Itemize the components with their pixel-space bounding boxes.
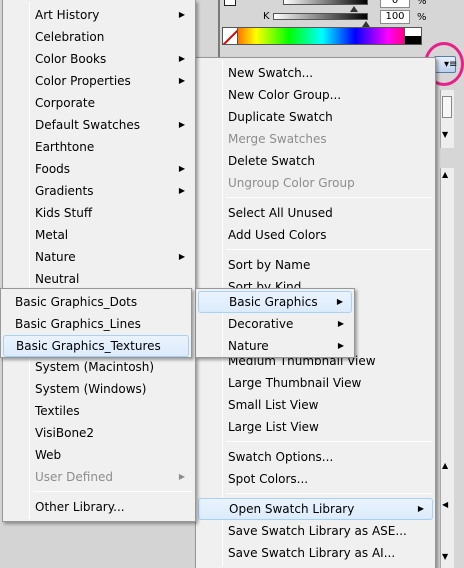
library-item-foods[interactable]: Foods ▶ xyxy=(5,158,193,180)
library-item-color-books[interactable]: Color Books ▶ xyxy=(5,48,193,70)
color-slider-top[interactable] xyxy=(283,0,368,5)
scroll-arrow-icon[interactable]: ◀ xyxy=(442,500,448,509)
k-value-field[interactable]: 100 xyxy=(380,10,410,24)
basic-graphics-menu: Basic Graphics_Dots Basic Graphics_Lines… xyxy=(0,288,192,358)
library-item-web[interactable]: Web xyxy=(5,444,193,466)
basic-graphics-textures-item[interactable]: Basic Graphics_Textures xyxy=(3,335,189,357)
submenu-item-decorative[interactable]: Decorative ▶ xyxy=(198,313,352,335)
menu-separator xyxy=(33,491,192,492)
submenu-arrow-icon: ▶ xyxy=(178,120,185,129)
menu-separator xyxy=(226,249,432,250)
menu-separator xyxy=(226,441,432,442)
menu-separator xyxy=(226,197,432,198)
library-item-default-swatches[interactable]: Default Swatches ▶ xyxy=(5,114,193,136)
swatch-library-menu: Art History ▶ Celebration Color Books ▶ Co… xyxy=(2,0,196,522)
k-channel-label: K xyxy=(263,11,270,22)
library-item-system-windows[interactable]: System (Windows) xyxy=(5,378,193,400)
scrollbar-thumb[interactable] xyxy=(442,96,452,118)
library-item-system-macintosh[interactable]: System (Macintosh) xyxy=(5,356,193,378)
submenu-arrow-icon: ▶ xyxy=(178,252,185,261)
submenu-arrow-icon: ▶ xyxy=(337,319,344,328)
menu-item-delete-swatch[interactable]: Delete Swatch xyxy=(198,150,433,172)
menu-item-small-list-view[interactable]: Small List View xyxy=(198,394,433,416)
basic-graphics-lines-item[interactable]: Basic Graphics_Lines xyxy=(3,313,189,335)
submenu-item-nature[interactable]: Nature ▶ xyxy=(198,335,352,357)
library-item-visibone2[interactable]: VisiBone2 xyxy=(5,422,193,444)
library-item-color-properties[interactable]: Color Properties ▶ xyxy=(5,70,193,92)
scroll-up-icon[interactable]: ▲ xyxy=(442,170,448,179)
color-spectrum-bar[interactable] xyxy=(222,27,422,45)
menu-item-ungroup-color-group: Ungroup Color Group xyxy=(228,176,355,190)
scroll-down-icon[interactable]: ▼ xyxy=(442,552,448,561)
submenu-arrow-icon: ▶ xyxy=(178,164,185,173)
submenu-arrow-icon: ▶ xyxy=(178,472,185,481)
submenu-arrow-icon: ▶ xyxy=(178,10,185,19)
fill-stroke-icon[interactable] xyxy=(224,0,236,6)
basic-graphics-dots-item[interactable]: Basic Graphics_Dots xyxy=(3,291,189,313)
library-category-submenu: Basic Graphics ▶ Decorative ▶ Nature ▶ xyxy=(195,288,355,358)
color-value-top-field[interactable]: 0 xyxy=(380,0,410,8)
menu-separator xyxy=(226,493,432,494)
scroll-down-icon[interactable]: ▼ xyxy=(442,130,448,139)
submenu-item-basic-graphics[interactable]: Basic Graphics ▶ xyxy=(198,291,352,313)
library-item-gradients[interactable]: Gradients ▶ xyxy=(5,180,193,202)
library-item-neutral[interactable]: Neutral xyxy=(5,268,193,290)
scroll-up-icon[interactable]: ▲ xyxy=(442,461,448,470)
library-item-art-history[interactable]: Art History ▶ xyxy=(5,4,193,26)
library-item-corporate[interactable]: Corporate xyxy=(5,92,193,114)
submenu-arrow-icon: ▶ xyxy=(336,297,343,306)
menu-item-add-used-colors[interactable]: Add Used Colors xyxy=(198,224,433,246)
slider-knob-top[interactable] xyxy=(350,6,358,12)
menu-item-spot-colors[interactable]: Spot Colors... xyxy=(198,468,433,490)
submenu-arrow-icon: ▶ xyxy=(178,76,185,85)
library-item-nature[interactable]: Nature ▶ xyxy=(5,246,193,268)
menu-item-merge-swatches: Merge Swatches xyxy=(228,132,327,146)
black-white-swatch[interactable] xyxy=(404,27,422,45)
library-item-other-library[interactable]: Other Library... xyxy=(5,496,193,518)
menu-item-duplicate-swatch[interactable]: Duplicate Swatch xyxy=(198,106,433,128)
menu-item-save-swatch-library-ai[interactable]: Save Swatch Library as AI... xyxy=(198,542,433,564)
menu-item-swatch-options[interactable]: Swatch Options... xyxy=(198,446,433,468)
percent-label-k: % xyxy=(417,12,427,23)
menu-item-sort-by-name[interactable]: Sort by Name xyxy=(198,254,433,276)
submenu-arrow-icon: ▶ xyxy=(178,54,185,63)
library-item-metal[interactable]: Metal xyxy=(5,224,193,246)
library-item-celebration[interactable]: Celebration xyxy=(5,26,193,48)
library-item-earthtone[interactable]: Earthtone xyxy=(5,136,193,158)
menu-item-select-all-unused[interactable]: Select All Unused xyxy=(198,202,433,224)
library-item-textiles[interactable]: Textiles xyxy=(5,400,193,422)
menu-item-open-swatch-library[interactable]: Open Swatch Library ▶ xyxy=(198,498,433,520)
submenu-arrow-icon: ▶ xyxy=(417,504,424,513)
none-color-swatch[interactable] xyxy=(222,27,238,45)
library-item-kids-stuff[interactable]: Kids Stuff xyxy=(5,202,193,224)
submenu-arrow-icon: ▶ xyxy=(178,186,185,195)
submenu-arrow-icon: ▶ xyxy=(337,341,344,350)
menu-item-save-swatch-library-ase[interactable]: Save Swatch Library as ASE... xyxy=(198,520,433,542)
percent-label-top: % xyxy=(417,0,427,7)
k-slider[interactable] xyxy=(273,13,368,20)
menu-item-new-color-group[interactable]: New Color Group... xyxy=(198,84,433,106)
menu-item-large-thumbnail-view[interactable]: Large Thumbnail View xyxy=(198,372,433,394)
menu-item-new-swatch[interactable]: New Swatch... xyxy=(198,62,433,84)
menu-item-large-list-view[interactable]: Large List View xyxy=(198,416,433,438)
library-item-user-defined: User Defined ▶ xyxy=(5,466,193,488)
panel-scrollbar-middle[interactable] xyxy=(440,168,454,460)
